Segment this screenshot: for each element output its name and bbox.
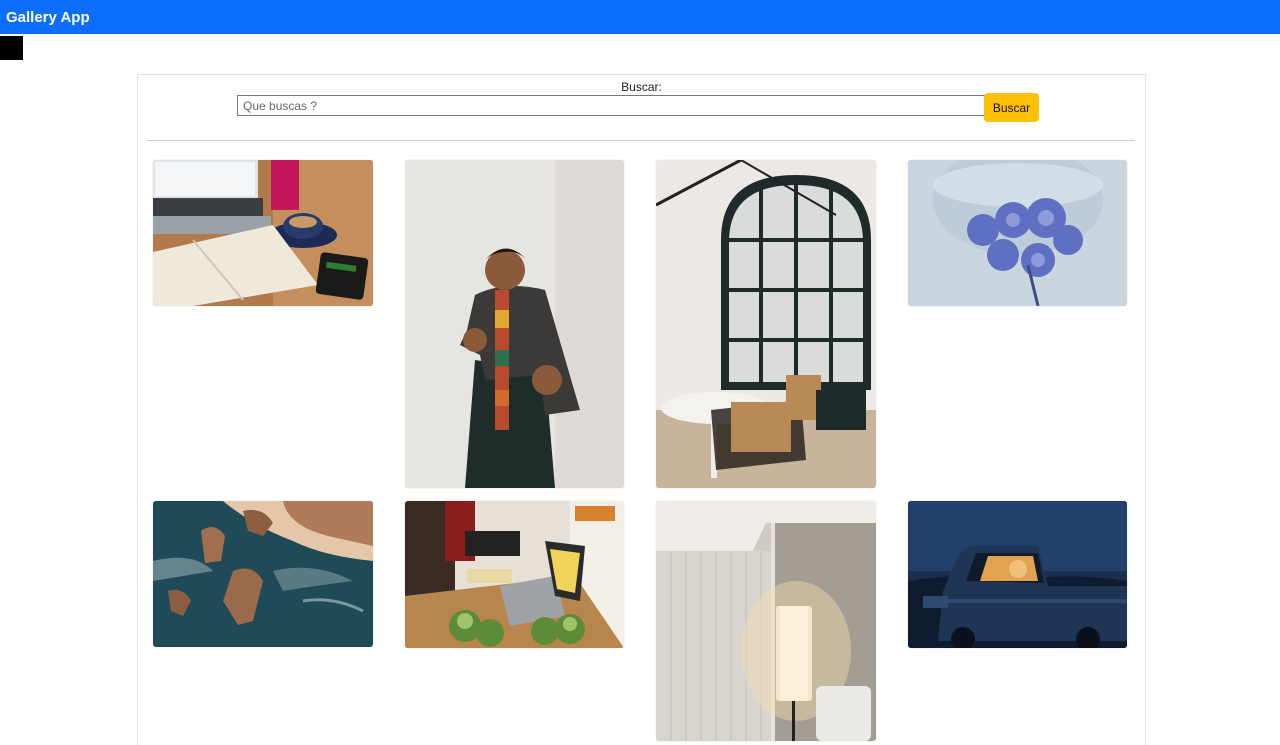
truck-at-night-photo[interactable]: [908, 501, 1127, 648]
kitchen-laptop-vegetables-photo[interactable]: [405, 501, 624, 648]
divider: [147, 140, 1135, 141]
gallery-container: Buscar: Buscar: [137, 74, 1146, 745]
search-input[interactable]: [237, 95, 988, 116]
black-square: [0, 36, 23, 60]
search-button[interactable]: Buscar: [984, 93, 1039, 122]
floor-lamp-interior-photo[interactable]: [656, 501, 876, 741]
laptop-coffee-notebook-photo[interactable]: [153, 160, 373, 306]
search-label: Buscar:: [621, 80, 662, 94]
navbar: Gallery App: [0, 0, 1280, 34]
arched-window-cafe-photo[interactable]: [656, 160, 876, 488]
man-dancing-scarf-photo[interactable]: [405, 160, 624, 488]
rocky-coast-aerial-photo[interactable]: [153, 501, 373, 647]
brand-link[interactable]: Gallery App: [6, 9, 90, 26]
blue-flowers-photo[interactable]: [908, 160, 1127, 306]
